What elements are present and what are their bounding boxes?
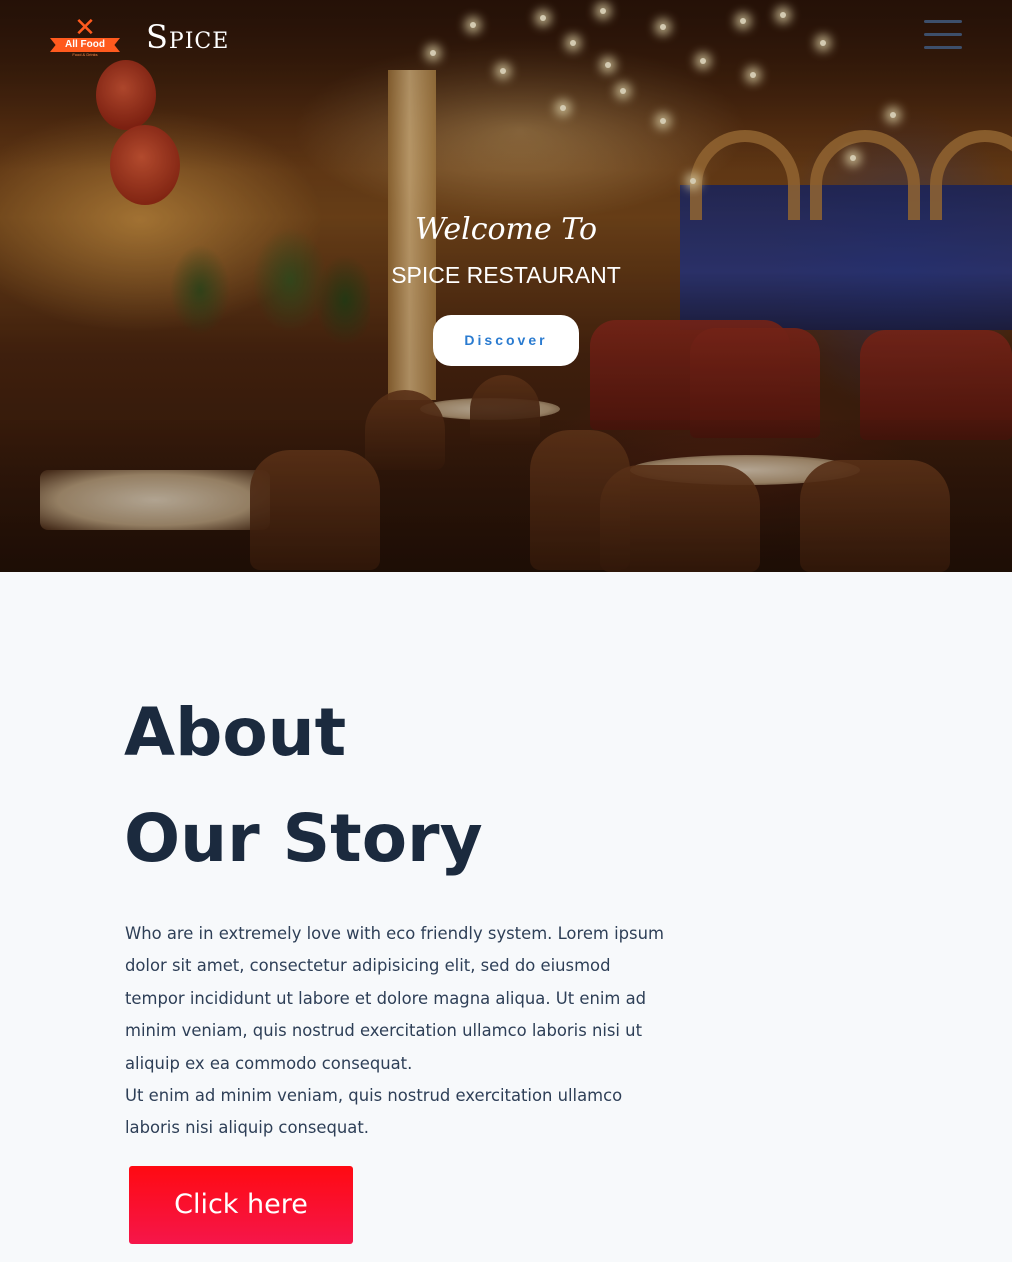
menu-bar bbox=[924, 46, 962, 49]
about-text: Who are in extremely love with eco frien… bbox=[125, 918, 670, 1145]
click-here-button[interactable]: Click here bbox=[129, 1166, 353, 1244]
logo-text: All Food bbox=[65, 39, 105, 50]
menu-bar bbox=[924, 33, 962, 36]
about-paragraph: Ut enim ad minim veniam, quis nostrud ex… bbox=[125, 1086, 623, 1138]
about-heading-line1: About bbox=[124, 694, 347, 771]
logo-tagline: Food & Drinks bbox=[72, 52, 98, 57]
hamburger-icon[interactable] bbox=[924, 20, 962, 50]
discover-button[interactable]: Discover bbox=[433, 315, 579, 366]
about-heading-line2: Our Story bbox=[124, 800, 483, 877]
about-paragraph: Who are in extremely love with eco frien… bbox=[125, 924, 664, 1073]
brand-name[interactable]: Spice bbox=[146, 18, 229, 56]
logo[interactable]: ✕ All Food Food & Drinks bbox=[50, 14, 120, 58]
about-heading: About Our Story bbox=[124, 680, 483, 892]
hero-title: SPICE RESTAURANT bbox=[391, 262, 621, 288]
menu-bar bbox=[924, 20, 962, 23]
hero-welcome: Welcome To bbox=[414, 212, 598, 247]
